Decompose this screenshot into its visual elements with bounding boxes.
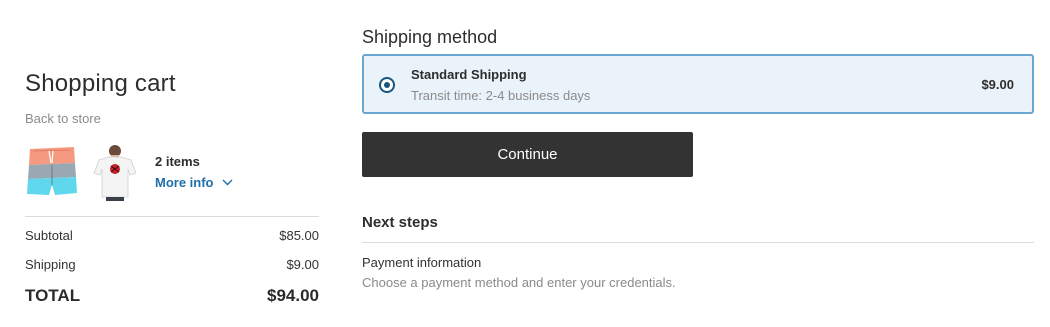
checkout-main: Shipping method Standard Shipping Transi… <box>362 0 1034 327</box>
items-count: 2 items <box>155 154 200 169</box>
shipping-row: Shipping $9.00 <box>25 257 319 272</box>
more-info-label: More info <box>155 175 214 190</box>
next-steps-heading: Next steps <box>362 214 438 231</box>
back-to-store-link[interactable]: Back to store <box>25 111 101 126</box>
chevron-down-icon <box>222 179 232 186</box>
subtotal-label: Subtotal <box>25 228 73 243</box>
more-info-toggle[interactable]: More info <box>155 175 233 190</box>
total-row: TOTAL $94.00 <box>25 286 319 306</box>
shipping-option-transit: Transit time: 2-4 business days <box>411 88 591 103</box>
page-title: Shopping cart <box>25 70 176 97</box>
continue-button[interactable]: Continue <box>362 132 693 177</box>
total-label: TOTAL <box>25 286 81 305</box>
radio-selected-icon[interactable] <box>379 77 395 93</box>
next-steps-divider <box>362 242 1034 243</box>
shipping-option-price: $9.00 <box>981 77 1014 92</box>
next-step-title: Payment information <box>362 255 482 270</box>
subtotal-row: Subtotal $85.00 <box>25 228 319 243</box>
shipping-option-name: Standard Shipping <box>411 67 527 82</box>
tshirt-image <box>93 145 137 201</box>
shipping-label: Shipping <box>25 257 76 272</box>
shipping-value: $9.00 <box>286 257 319 272</box>
shipping-option-standard[interactable]: Standard Shipping Transit time: 2-4 busi… <box>362 54 1034 114</box>
summary-divider <box>25 216 319 217</box>
next-step-description: Choose a payment method and enter your c… <box>362 275 676 290</box>
subtotal-value: $85.00 <box>279 228 319 243</box>
board-shorts-image <box>27 147 77 195</box>
cart-items-info: 2 items More info <box>155 154 233 192</box>
total-value: $94.00 <box>267 286 319 305</box>
cart-sidebar: Shopping cart Back to store 2 items More… <box>25 0 319 327</box>
shipping-method-heading: Shipping method <box>362 27 498 47</box>
